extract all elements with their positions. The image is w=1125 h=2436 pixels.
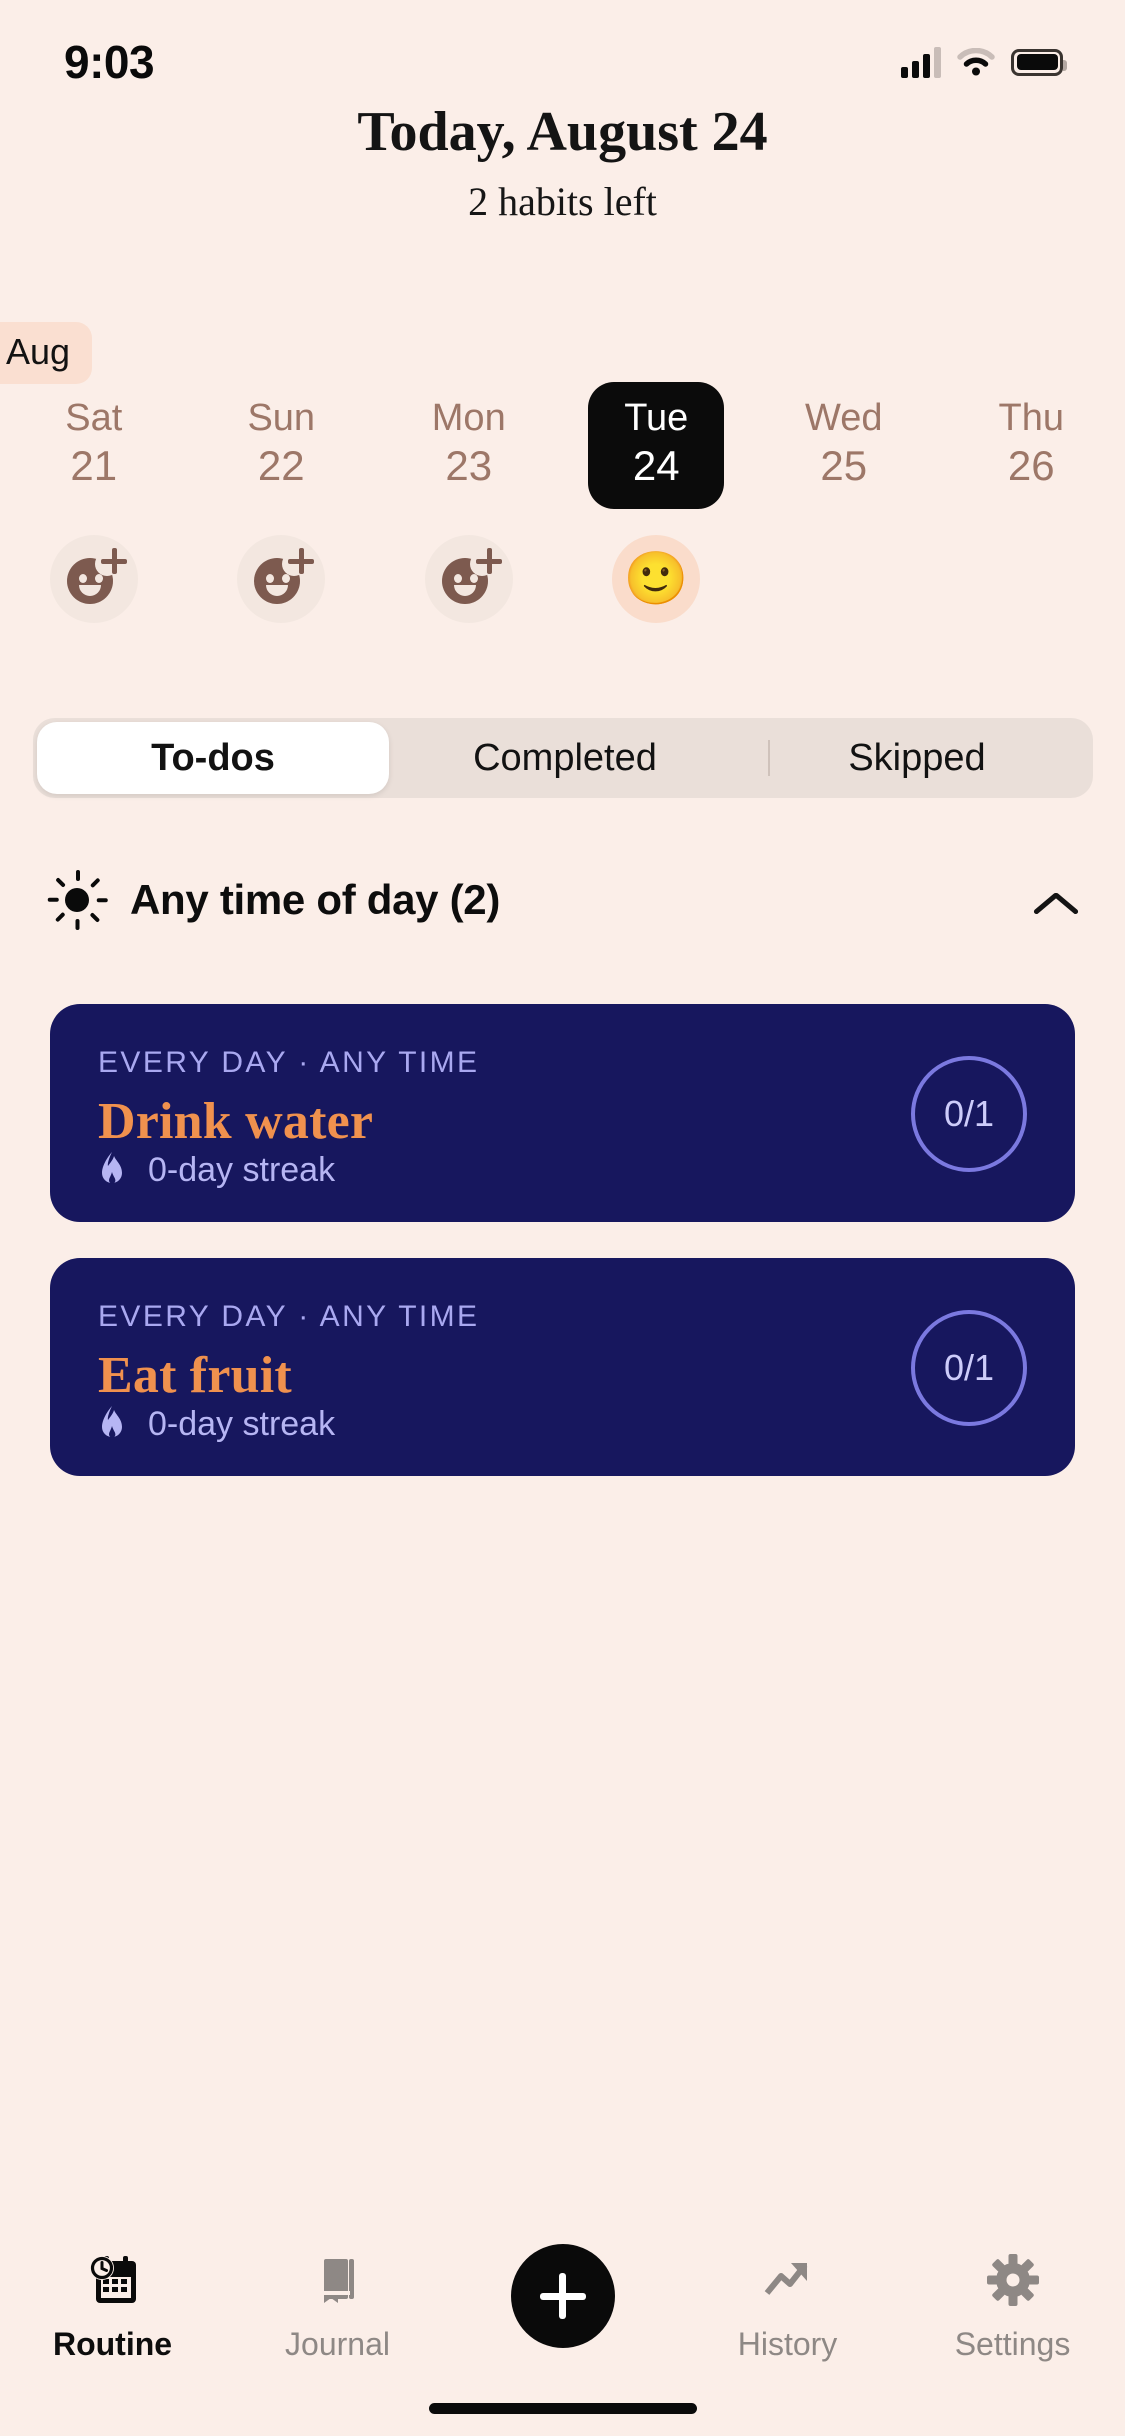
add-mood-button[interactable] bbox=[424, 535, 513, 623]
page-title: Today, August 24 bbox=[357, 101, 768, 163]
trending-up-icon bbox=[757, 2248, 819, 2312]
add-mood-icon bbox=[252, 548, 315, 608]
habit-meta: EVERY DAY · ANY TIME bbox=[98, 1046, 480, 1079]
day-of-week-label: Wed bbox=[805, 397, 883, 439]
habit-progress-label: 0/1 bbox=[943, 1347, 995, 1388]
mood-cell-22[interactable] bbox=[188, 535, 376, 623]
status-time: 9:03 bbox=[64, 36, 155, 88]
day-number-label: 21 bbox=[70, 442, 118, 490]
add-mood-button[interactable] bbox=[237, 535, 326, 623]
tab-skipped[interactable]: Skipped bbox=[741, 718, 1093, 798]
mood-cell-21[interactable] bbox=[0, 535, 188, 623]
nav-item-add[interactable] bbox=[450, 2244, 675, 2348]
status-icons bbox=[901, 46, 1067, 78]
calendar-day-21[interactable]: Sat 21 bbox=[0, 382, 188, 509]
add-mood-button[interactable] bbox=[49, 535, 138, 623]
calendar-day-22[interactable]: Sun 22 bbox=[188, 382, 376, 509]
slightly-smiling-face-icon: 🙂 bbox=[623, 550, 689, 608]
day-of-week-label: Sun bbox=[247, 397, 316, 439]
calendar-clock-icon bbox=[82, 2248, 144, 2312]
habit-progress-ring[interactable]: 0/1 bbox=[911, 1310, 1027, 1426]
month-badge: Aug bbox=[0, 322, 93, 384]
tab-completed[interactable]: Completed bbox=[389, 718, 741, 798]
add-mood-icon bbox=[65, 548, 127, 608]
habit-title: Drink water bbox=[98, 1093, 374, 1150]
day-number-label: 23 bbox=[445, 442, 493, 490]
nav-label-journal: Journal bbox=[285, 2326, 390, 2362]
habits-left-subtitle: 2 habits left bbox=[468, 179, 657, 224]
book-icon bbox=[307, 2248, 369, 2312]
nav-item-routine[interactable]: Routine bbox=[0, 2248, 225, 2363]
section-title: Any time of day (2) bbox=[130, 876, 501, 923]
day-of-week-label: Tue bbox=[624, 397, 689, 439]
mood-today-button[interactable]: 🙂 bbox=[612, 535, 701, 623]
mood-cell-24[interactable]: 🙂 bbox=[563, 535, 751, 623]
habit-streak: 0-day streak bbox=[98, 1151, 335, 1190]
mood-cell-25 bbox=[750, 535, 938, 623]
day-of-week-label: Mon bbox=[431, 397, 506, 439]
chevron-up-icon[interactable] bbox=[1033, 877, 1079, 923]
gear-icon bbox=[982, 2248, 1044, 2312]
mood-cell-26 bbox=[938, 535, 1125, 623]
sun-icon bbox=[46, 869, 108, 931]
nav-label-history: History bbox=[737, 2326, 838, 2362]
habit-progress-label: 0/1 bbox=[943, 1093, 995, 1134]
calendar-day-25[interactable]: Wed 25 bbox=[750, 382, 938, 509]
mood-avatar-row: 🙂 bbox=[0, 535, 1125, 623]
flame-icon bbox=[98, 1151, 126, 1190]
flame-icon bbox=[98, 1405, 126, 1444]
nav-item-journal[interactable]: Journal bbox=[225, 2248, 450, 2363]
day-number-label: 25 bbox=[820, 442, 868, 490]
battery-icon bbox=[1011, 48, 1067, 76]
calendar-day-24-selected[interactable]: Tue 24 bbox=[563, 382, 751, 509]
home-indicator bbox=[428, 2403, 697, 2414]
section-header-any-time[interactable]: Any time of day (2) bbox=[46, 862, 1079, 938]
filter-segmented-control[interactable]: To-dos Completed Skipped bbox=[33, 718, 1093, 798]
day-of-week-label: Sat bbox=[65, 397, 123, 439]
nav-label-routine: Routine bbox=[52, 2326, 173, 2362]
habit-streak-label: 0-day streak bbox=[148, 1151, 336, 1189]
add-mood-icon bbox=[440, 548, 502, 608]
nav-label-settings: Settings bbox=[954, 2326, 1071, 2362]
habit-card-drink-water[interactable]: EVERY DAY · ANY TIME Drink water 0-day s… bbox=[50, 1004, 1075, 1222]
habit-title: Eat fruit bbox=[98, 1347, 292, 1404]
habit-card-eat-fruit[interactable]: EVERY DAY · ANY TIME Eat fruit 0-day str… bbox=[50, 1258, 1075, 1476]
day-number-label: 22 bbox=[257, 442, 305, 490]
habit-streak-label: 0-day streak bbox=[148, 1405, 336, 1443]
nav-item-settings[interactable]: Settings bbox=[900, 2248, 1125, 2363]
habit-meta: EVERY DAY · ANY TIME bbox=[98, 1300, 480, 1333]
tab-todos[interactable]: To-dos bbox=[37, 722, 389, 794]
mood-cell-23[interactable] bbox=[375, 535, 563, 623]
calendar-day-26[interactable]: Thu 26 bbox=[938, 382, 1125, 509]
day-number-label: 24 bbox=[632, 442, 680, 490]
habit-streak: 0-day streak bbox=[98, 1405, 335, 1444]
habit-list: EVERY DAY · ANY TIME Drink water 0-day s… bbox=[50, 1004, 1075, 1512]
status-bar: 9:03 bbox=[0, 0, 1125, 110]
add-habit-fab[interactable] bbox=[510, 2244, 615, 2348]
calendar-strip[interactable]: Sat 21 Sun 22 Mon 23 Tue 24 Wed 25 Thu 2… bbox=[0, 382, 1125, 509]
tab-divider bbox=[768, 740, 770, 776]
cellular-signal-icon bbox=[901, 46, 941, 78]
calendar-day-23[interactable]: Mon 23 bbox=[375, 382, 563, 509]
day-number-label: 26 bbox=[1007, 442, 1055, 490]
day-of-week-label: Thu bbox=[998, 397, 1064, 439]
wifi-icon bbox=[957, 47, 995, 76]
nav-item-history[interactable]: History bbox=[675, 2248, 900, 2363]
page-header: Today, August 24 2 habits left bbox=[0, 100, 1125, 225]
habit-progress-ring[interactable]: 0/1 bbox=[911, 1056, 1027, 1172]
